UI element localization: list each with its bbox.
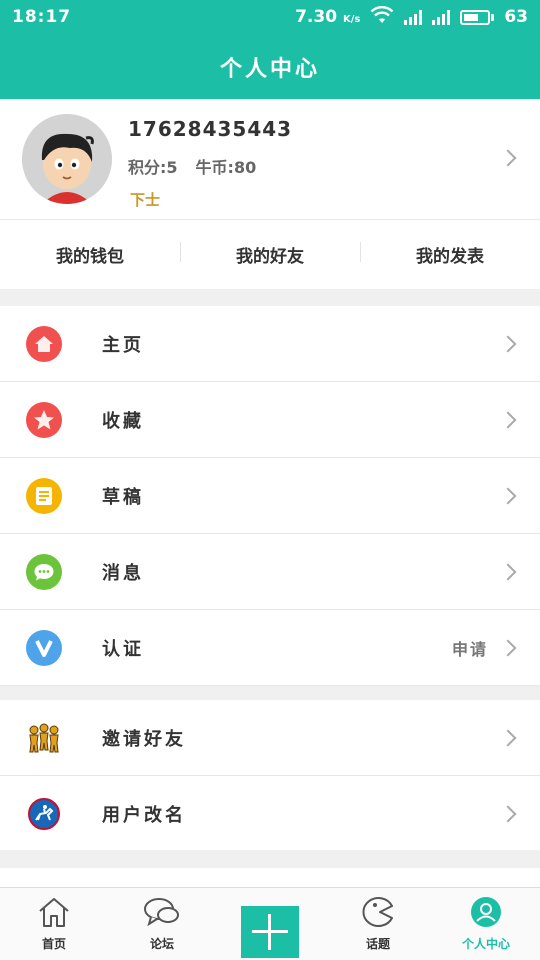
nav-profile[interactable]: 个人中心 bbox=[432, 888, 540, 960]
coins-value: 牛币:80 bbox=[195, 158, 257, 177]
menu-item-label: 邀请好友 bbox=[102, 728, 186, 750]
nav-home[interactable]: 首页 bbox=[0, 888, 108, 960]
profile-icon bbox=[469, 896, 503, 932]
quick-tabs: 我的钱包 我的好友 我的发表 bbox=[0, 219, 540, 289]
page-title: 个人中心 bbox=[219, 56, 320, 82]
battery-level: 63 bbox=[504, 7, 528, 27]
battery-icon bbox=[460, 9, 495, 25]
nav-forum-label: 论坛 bbox=[149, 937, 174, 951]
status-time: 18:17 bbox=[12, 7, 72, 27]
user-phone: 17628435443 bbox=[128, 117, 293, 141]
cell-signal-icon bbox=[404, 9, 423, 25]
status-bar: 18:17 7.30 K/s 63 bbox=[0, 0, 540, 34]
points-value: 积分:5 bbox=[128, 158, 178, 177]
menu-item-label: 消息 bbox=[102, 562, 144, 584]
home-icon bbox=[26, 326, 62, 362]
apply-link[interactable]: 申请 bbox=[452, 636, 488, 660]
chevron-right-icon bbox=[499, 805, 517, 823]
nav-topic[interactable]: 话题 bbox=[324, 888, 432, 960]
chevron-right-icon bbox=[499, 563, 517, 581]
menu-item-messages[interactable]: 消息 bbox=[0, 534, 540, 610]
user-stats: 积分:5 牛币:80 bbox=[128, 154, 256, 178]
menu-item-favorites[interactable]: 收藏 bbox=[0, 382, 540, 458]
chevron-right-icon bbox=[499, 149, 517, 167]
nav-forum[interactable]: 论坛 bbox=[108, 888, 216, 960]
menu-item-verify[interactable]: 认证 申请 bbox=[0, 610, 540, 686]
verify-icon bbox=[26, 630, 62, 666]
plus-icon bbox=[241, 906, 299, 958]
draft-icon bbox=[26, 478, 62, 514]
star-icon bbox=[26, 402, 62, 438]
next-section-edge bbox=[0, 868, 540, 888]
app-header: 个人中心 bbox=[0, 34, 540, 99]
chevron-right-icon bbox=[499, 335, 517, 353]
message-icon bbox=[26, 554, 62, 590]
network-speed-value: 7.30 bbox=[295, 7, 338, 27]
invite-friends-icon bbox=[26, 720, 62, 756]
status-icons: 7.30 K/s 63 bbox=[295, 5, 528, 29]
menu-item-rename[interactable]: 用户改名 bbox=[0, 776, 540, 852]
topic-icon bbox=[360, 896, 396, 932]
nav-profile-label: 个人中心 bbox=[461, 937, 510, 951]
network-speed: 7.30 K/s bbox=[295, 7, 360, 27]
chevron-right-icon bbox=[499, 729, 517, 747]
posts-tab[interactable]: 我的发表 bbox=[360, 242, 540, 267]
menu-item-label: 收藏 bbox=[102, 410, 144, 432]
menu-item-label: 主页 bbox=[102, 334, 144, 356]
user-rank: 下士 bbox=[130, 191, 161, 209]
nav-home-label: 首页 bbox=[41, 937, 66, 951]
network-speed-unit: K/s bbox=[342, 14, 361, 25]
home-outline-icon bbox=[37, 896, 71, 932]
menu-item-drafts[interactable]: 草稿 bbox=[0, 458, 540, 534]
menu-item-label: 用户改名 bbox=[102, 804, 186, 826]
nav-topic-label: 话题 bbox=[365, 937, 390, 951]
avatar[interactable] bbox=[22, 114, 112, 204]
profile-card[interactable]: 17628435443 积分:5 牛币:80 下士 bbox=[0, 99, 540, 219]
chevron-right-icon bbox=[499, 411, 517, 429]
forum-icon bbox=[143, 896, 181, 932]
menu-list-secondary: 邀请好友 用户改名 bbox=[0, 700, 540, 852]
bottom-nav: 首页 论坛 话题 个人中心 bbox=[0, 887, 540, 960]
friends-tab[interactable]: 我的好友 bbox=[180, 242, 360, 267]
cell-signal-2-icon bbox=[432, 9, 451, 25]
menu-item-invite[interactable]: 邀请好友 bbox=[0, 700, 540, 776]
menu-item-home[interactable]: 主页 bbox=[0, 306, 540, 382]
menu-item-label: 草稿 bbox=[102, 486, 144, 508]
wifi-icon bbox=[370, 5, 394, 29]
chevron-right-icon bbox=[499, 487, 517, 505]
wallet-tab[interactable]: 我的钱包 bbox=[0, 242, 180, 267]
rename-icon bbox=[26, 796, 62, 832]
section-divider bbox=[0, 850, 540, 868]
nav-create[interactable] bbox=[216, 888, 324, 960]
menu-item-label: 认证 bbox=[102, 638, 144, 660]
menu-list: 主页 收藏 草稿 消息 认证 申请 bbox=[0, 306, 540, 686]
chevron-right-icon bbox=[499, 639, 517, 657]
